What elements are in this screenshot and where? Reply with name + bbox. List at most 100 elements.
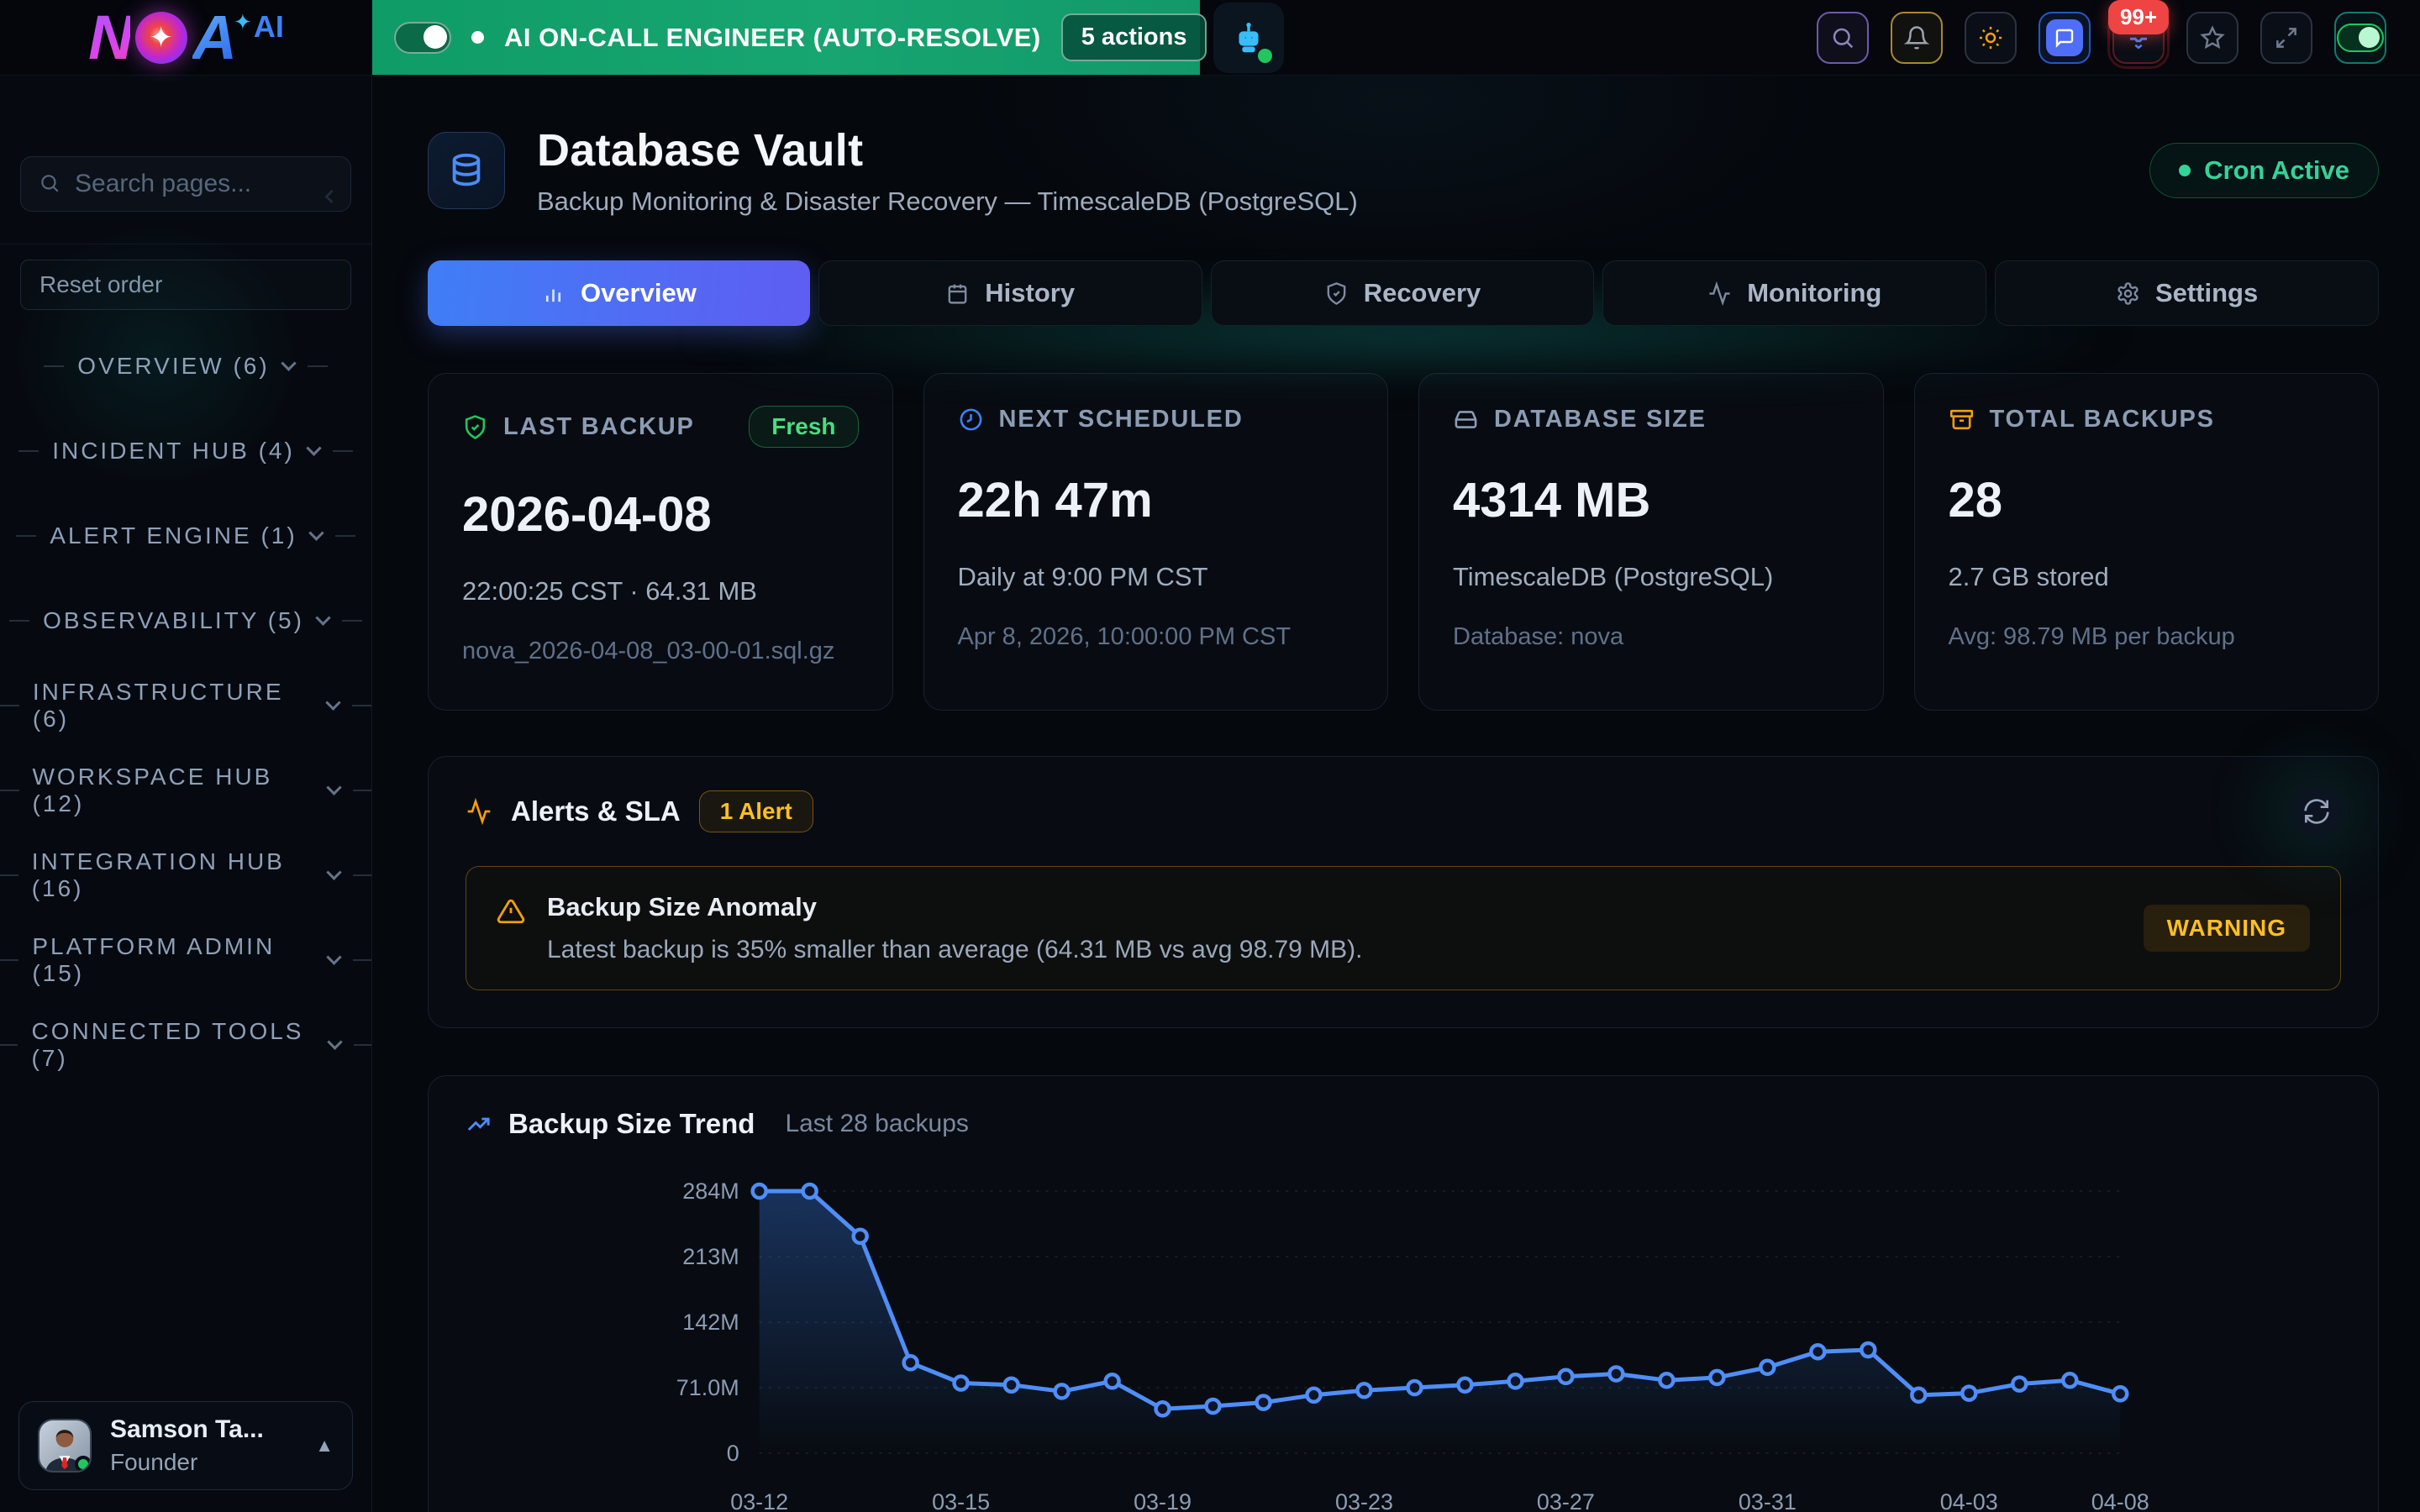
stat-value: 4314 MB bbox=[1453, 472, 1849, 528]
severity-badge: WARNING bbox=[2144, 905, 2310, 952]
chevron-down-icon bbox=[327, 1034, 342, 1049]
oncall-banner: AI ON-CALL ENGINEER (AUTO-RESOLVE) 5 act… bbox=[372, 0, 1200, 75]
bar-chart-icon bbox=[541, 281, 566, 306]
activity-icon bbox=[1707, 281, 1732, 306]
toggle-switch-icon bbox=[2337, 24, 2384, 52]
svg-text:03-23: 03-23 bbox=[1335, 1489, 1393, 1512]
svg-text:04-08: 04-08 bbox=[2091, 1489, 2149, 1512]
logo-ai-suffix: AI bbox=[254, 9, 284, 45]
shield-icon bbox=[1324, 281, 1349, 306]
chart-subtitle: Last 28 backups bbox=[785, 1110, 968, 1138]
stat-foot: Apr 8, 2026, 10:00:00 PM CST bbox=[958, 619, 1355, 656]
tab-history[interactable]: History bbox=[818, 260, 1202, 326]
chevron-down-icon bbox=[306, 440, 321, 455]
stat-card-next-scheduled: NEXT SCHEDULED 22h 47m Daily at 9:00 PM … bbox=[923, 373, 1389, 711]
sidebar-section-platform-admin[interactable]: PLATFORM ADMIN (15) bbox=[0, 917, 371, 1002]
topbar: N ✦ A ✦ AI AI ON-CALL ENGINEER (AUTO-RES… bbox=[0, 0, 2420, 76]
tab-bar: Overview History Recovery Monitoring Set… bbox=[428, 260, 2379, 326]
stat-cards: LAST BACKUP Fresh 2026-04-08 22:00:25 CS… bbox=[428, 373, 2379, 711]
alert-count-badge: 1 Alert bbox=[699, 790, 813, 832]
stat-card-total-backups: TOTAL BACKUPS 28 2.7 GB stored Avg: 98.7… bbox=[1914, 373, 2380, 711]
stat-sub: TimescaleDB (PostgreSQL) bbox=[1453, 562, 1849, 592]
nova-logo[interactable]: N ✦ A ✦ AI bbox=[0, 0, 372, 75]
refresh-button[interactable] bbox=[2292, 787, 2341, 836]
sidebar-section-workspace-hub[interactable]: WORKSPACE HUB (12) bbox=[0, 748, 371, 832]
alert-title: Backup Size Anomaly bbox=[547, 892, 1363, 922]
sidebar-section-integration-hub[interactable]: INTEGRATION HUB (16) bbox=[0, 832, 371, 917]
stat-card-database-size: DATABASE SIZE 4314 MB TimescaleDB (Postg… bbox=[1418, 373, 1884, 711]
expand-icon bbox=[2274, 25, 2299, 50]
svg-text:213M: 213M bbox=[682, 1244, 739, 1269]
alert-row[interactable]: Backup Size Anomaly Latest backup is 35%… bbox=[466, 866, 2341, 990]
notifications-button[interactable] bbox=[1891, 12, 1943, 64]
chevron-down-icon bbox=[326, 949, 341, 964]
theme-button[interactable] bbox=[1965, 12, 2017, 64]
backup-size-trend-chart[interactable]: 071.0M142M213M284M03-1203-1503-1903-2303… bbox=[466, 1163, 2341, 1512]
fullscreen-button[interactable] bbox=[2260, 12, 2312, 64]
user-name: Samson Ta... bbox=[110, 1415, 264, 1444]
svg-text:03-12: 03-12 bbox=[730, 1489, 788, 1512]
svg-text:71.0M: 71.0M bbox=[676, 1375, 739, 1400]
stat-card-last-backup: LAST BACKUP Fresh 2026-04-08 22:00:25 CS… bbox=[428, 373, 893, 711]
reset-order-button[interactable]: Reset order bbox=[20, 260, 351, 310]
sidebar: Reset order OVERVIEW (6) INCIDENT HUB (4… bbox=[0, 76, 372, 1512]
tab-monitoring[interactable]: Monitoring bbox=[1602, 260, 1986, 326]
search-icon bbox=[39, 172, 60, 194]
chevron-down-icon bbox=[281, 355, 296, 370]
pulse-icon bbox=[466, 798, 492, 825]
sparkle-icon: ✦ bbox=[234, 9, 252, 35]
stat-foot: Database: nova bbox=[1453, 619, 1849, 656]
svg-text:142M: 142M bbox=[682, 1310, 739, 1335]
tab-settings[interactable]: Settings bbox=[1995, 260, 2379, 326]
clock-icon bbox=[958, 407, 984, 433]
alerts-panel: Alerts & SLA 1 Alert Backup Size Anomaly… bbox=[428, 756, 2379, 1028]
page-subtitle: Backup Monitoring & Disaster Recovery — … bbox=[537, 186, 1358, 217]
search-input[interactable] bbox=[20, 156, 351, 212]
status-dot bbox=[2179, 165, 2191, 176]
caret-up-icon[interactable]: ▲ bbox=[315, 1435, 334, 1457]
fresh-badge: Fresh bbox=[749, 406, 858, 448]
stat-foot: nova_2026-04-08_03-00-01.sql.gz bbox=[462, 633, 859, 670]
favorites-button[interactable] bbox=[2186, 12, 2238, 64]
tab-recovery[interactable]: Recovery bbox=[1211, 260, 1595, 326]
refresh-icon bbox=[2303, 798, 2330, 825]
shield-check-icon bbox=[462, 414, 488, 440]
oncall-status-dot bbox=[471, 31, 484, 44]
svg-text:03-31: 03-31 bbox=[1739, 1489, 1797, 1512]
sidebar-section-alert-engine[interactable]: ALERT ENGINE (1) bbox=[0, 493, 371, 578]
online-dot bbox=[75, 1456, 92, 1473]
logo-letter: N bbox=[88, 2, 129, 73]
stat-value: 28 bbox=[1949, 472, 2345, 528]
sidebar-section-infrastructure[interactable]: INFRASTRUCTURE (6) bbox=[0, 663, 371, 748]
inbox-button[interactable]: 99+ bbox=[2112, 12, 2165, 64]
svg-text:04-03: 04-03 bbox=[1940, 1489, 1998, 1512]
chevron-down-icon bbox=[325, 695, 340, 710]
oncall-toggle[interactable] bbox=[394, 22, 451, 54]
chevron-down-icon bbox=[326, 780, 341, 795]
sidebar-section-observability[interactable]: OBSERVABILITY (5) bbox=[0, 578, 371, 663]
trending-up-icon bbox=[466, 1111, 492, 1137]
user-card[interactable]: Samson Ta... Founder ▲ bbox=[18, 1401, 353, 1490]
sidebar-section-incident-hub[interactable]: INCIDENT HUB (4) bbox=[0, 408, 371, 493]
oncall-actions-badge[interactable]: 5 actions bbox=[1061, 13, 1207, 61]
svg-text:284M: 284M bbox=[682, 1179, 739, 1204]
chat-button[interactable] bbox=[2039, 12, 2091, 64]
global-toggle-button[interactable] bbox=[2334, 12, 2386, 64]
search-button[interactable] bbox=[1817, 12, 1869, 64]
stat-label: TOTAL BACKUPS bbox=[1990, 406, 2215, 433]
user-role: Founder bbox=[110, 1449, 264, 1476]
ai-assistant-button[interactable] bbox=[1213, 3, 1284, 73]
tab-overview[interactable]: Overview bbox=[428, 260, 810, 326]
alerts-title: Alerts & SLA bbox=[511, 795, 681, 827]
logo-letter: A bbox=[192, 2, 234, 73]
gear-icon bbox=[2116, 281, 2140, 306]
sidebar-section-overview[interactable]: OVERVIEW (6) bbox=[0, 323, 371, 408]
logo-orb-icon: ✦ bbox=[135, 12, 187, 64]
page-title: Database Vault bbox=[537, 124, 1358, 176]
sidebar-section-connected-tools[interactable]: CONNECTED TOOLS (7) bbox=[0, 1002, 371, 1087]
alert-description: Latest backup is 35% smaller than averag… bbox=[547, 936, 1363, 964]
chat-icon bbox=[2046, 19, 2083, 56]
chevron-down-icon bbox=[327, 864, 342, 879]
stat-label: NEXT SCHEDULED bbox=[999, 406, 1244, 433]
bell-icon bbox=[1904, 25, 1929, 50]
